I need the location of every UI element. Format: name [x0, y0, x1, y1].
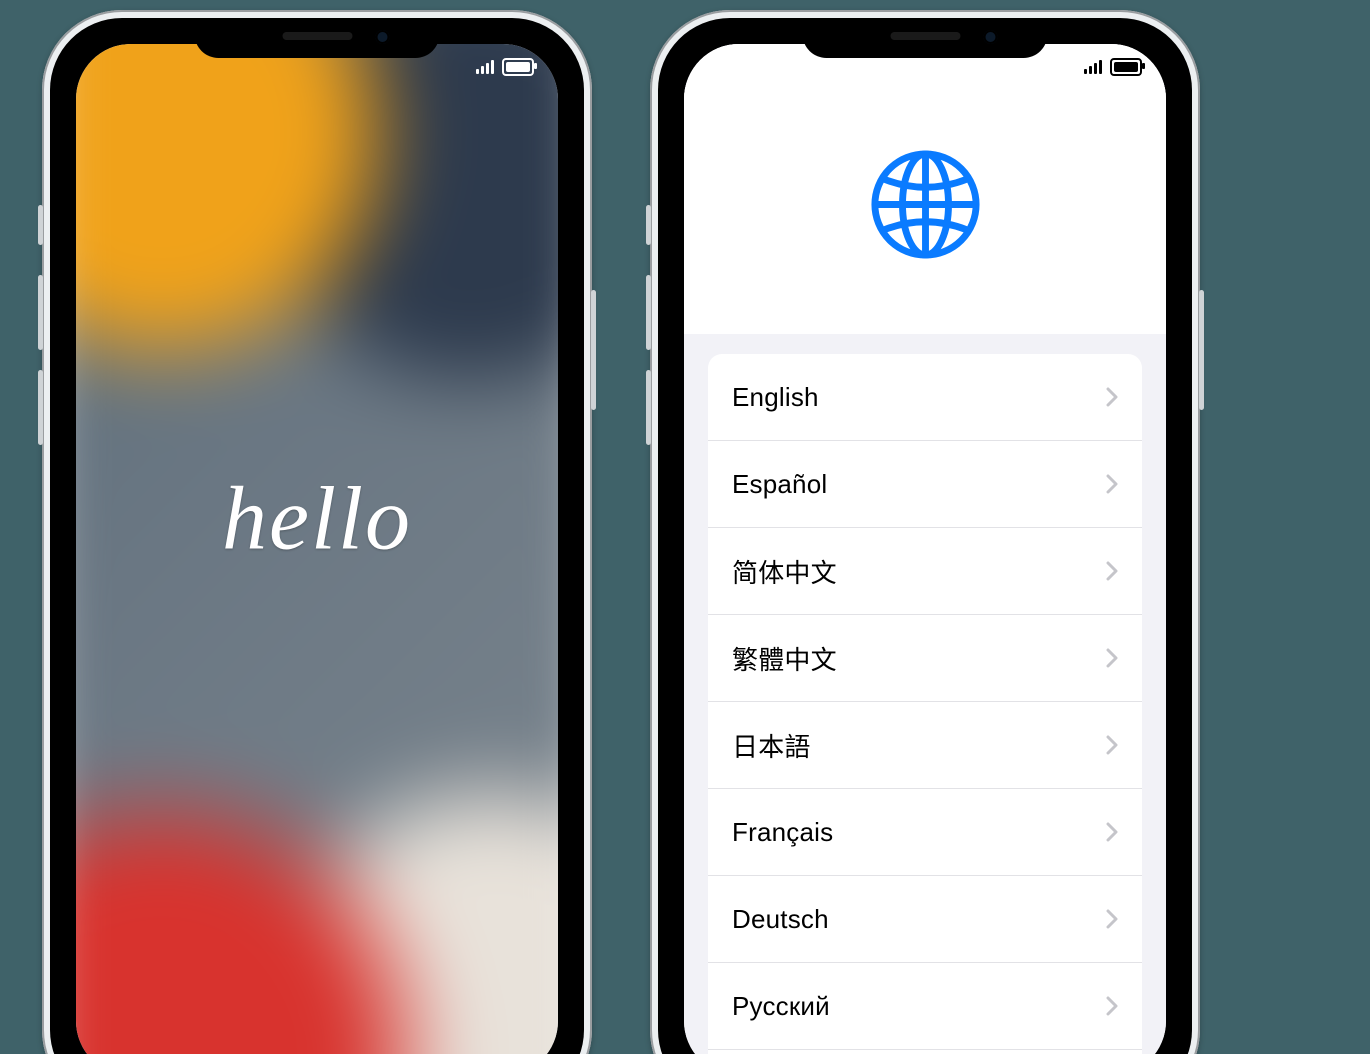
language-label: 日本語: [732, 727, 811, 764]
language-label: 简体中文: [732, 553, 837, 590]
welcome-screen[interactable]: hello: [76, 44, 558, 1054]
volume-up-button: [646, 275, 651, 350]
language-row-english[interactable]: English: [708, 354, 1142, 440]
side-button: [1199, 290, 1204, 410]
volume-up-button: [38, 275, 43, 350]
language-row-japanese[interactable]: 日本語: [708, 701, 1142, 788]
battery-icon: [1110, 58, 1142, 76]
language-header: [684, 44, 1166, 334]
language-label: 繁體中文: [732, 640, 837, 677]
status-bar: [1084, 58, 1142, 76]
language-list: English Español 简体中文 繁體中文: [708, 354, 1142, 1054]
language-row-francais[interactable]: Français: [708, 788, 1142, 875]
language-label: Русский: [732, 991, 830, 1022]
chevron-right-icon: [1106, 648, 1118, 668]
cellular-signal-icon: [1084, 60, 1102, 74]
phone-mockup-language: English Español 简体中文 繁體中文: [650, 10, 1200, 1054]
globe-icon: [868, 147, 983, 262]
battery-icon: [502, 58, 534, 76]
language-row-russian[interactable]: Русский: [708, 962, 1142, 1049]
chevron-right-icon: [1106, 561, 1118, 581]
language-row-traditional-chinese[interactable]: 繁體中文: [708, 614, 1142, 701]
chevron-right-icon: [1106, 735, 1118, 755]
volume-down-button: [38, 370, 43, 445]
language-label: English: [732, 382, 819, 413]
language-label: Français: [732, 817, 833, 848]
display-notch: [803, 18, 1048, 58]
status-bar: [476, 58, 534, 76]
mute-switch: [38, 205, 43, 245]
phone-mockup-welcome: hello: [42, 10, 592, 1054]
chevron-right-icon: [1106, 909, 1118, 929]
mute-switch: [646, 205, 651, 245]
chevron-right-icon: [1106, 474, 1118, 494]
language-row-simplified-chinese[interactable]: 简体中文: [708, 527, 1142, 614]
chevron-right-icon: [1106, 387, 1118, 407]
language-row-deutsch[interactable]: Deutsch: [708, 875, 1142, 962]
chevron-right-icon: [1106, 996, 1118, 1016]
hello-greeting: hello: [222, 467, 412, 570]
side-button: [591, 290, 596, 410]
chevron-right-icon: [1106, 822, 1118, 842]
language-row-portugues[interactable]: Português: [708, 1049, 1142, 1054]
language-label: Deutsch: [732, 904, 829, 935]
language-label: Español: [732, 469, 827, 500]
language-row-espanol[interactable]: Español: [708, 440, 1142, 527]
display-notch: [195, 18, 440, 58]
cellular-signal-icon: [476, 60, 494, 74]
language-select-screen: English Español 简体中文 繁體中文: [684, 44, 1166, 1054]
volume-down-button: [646, 370, 651, 445]
